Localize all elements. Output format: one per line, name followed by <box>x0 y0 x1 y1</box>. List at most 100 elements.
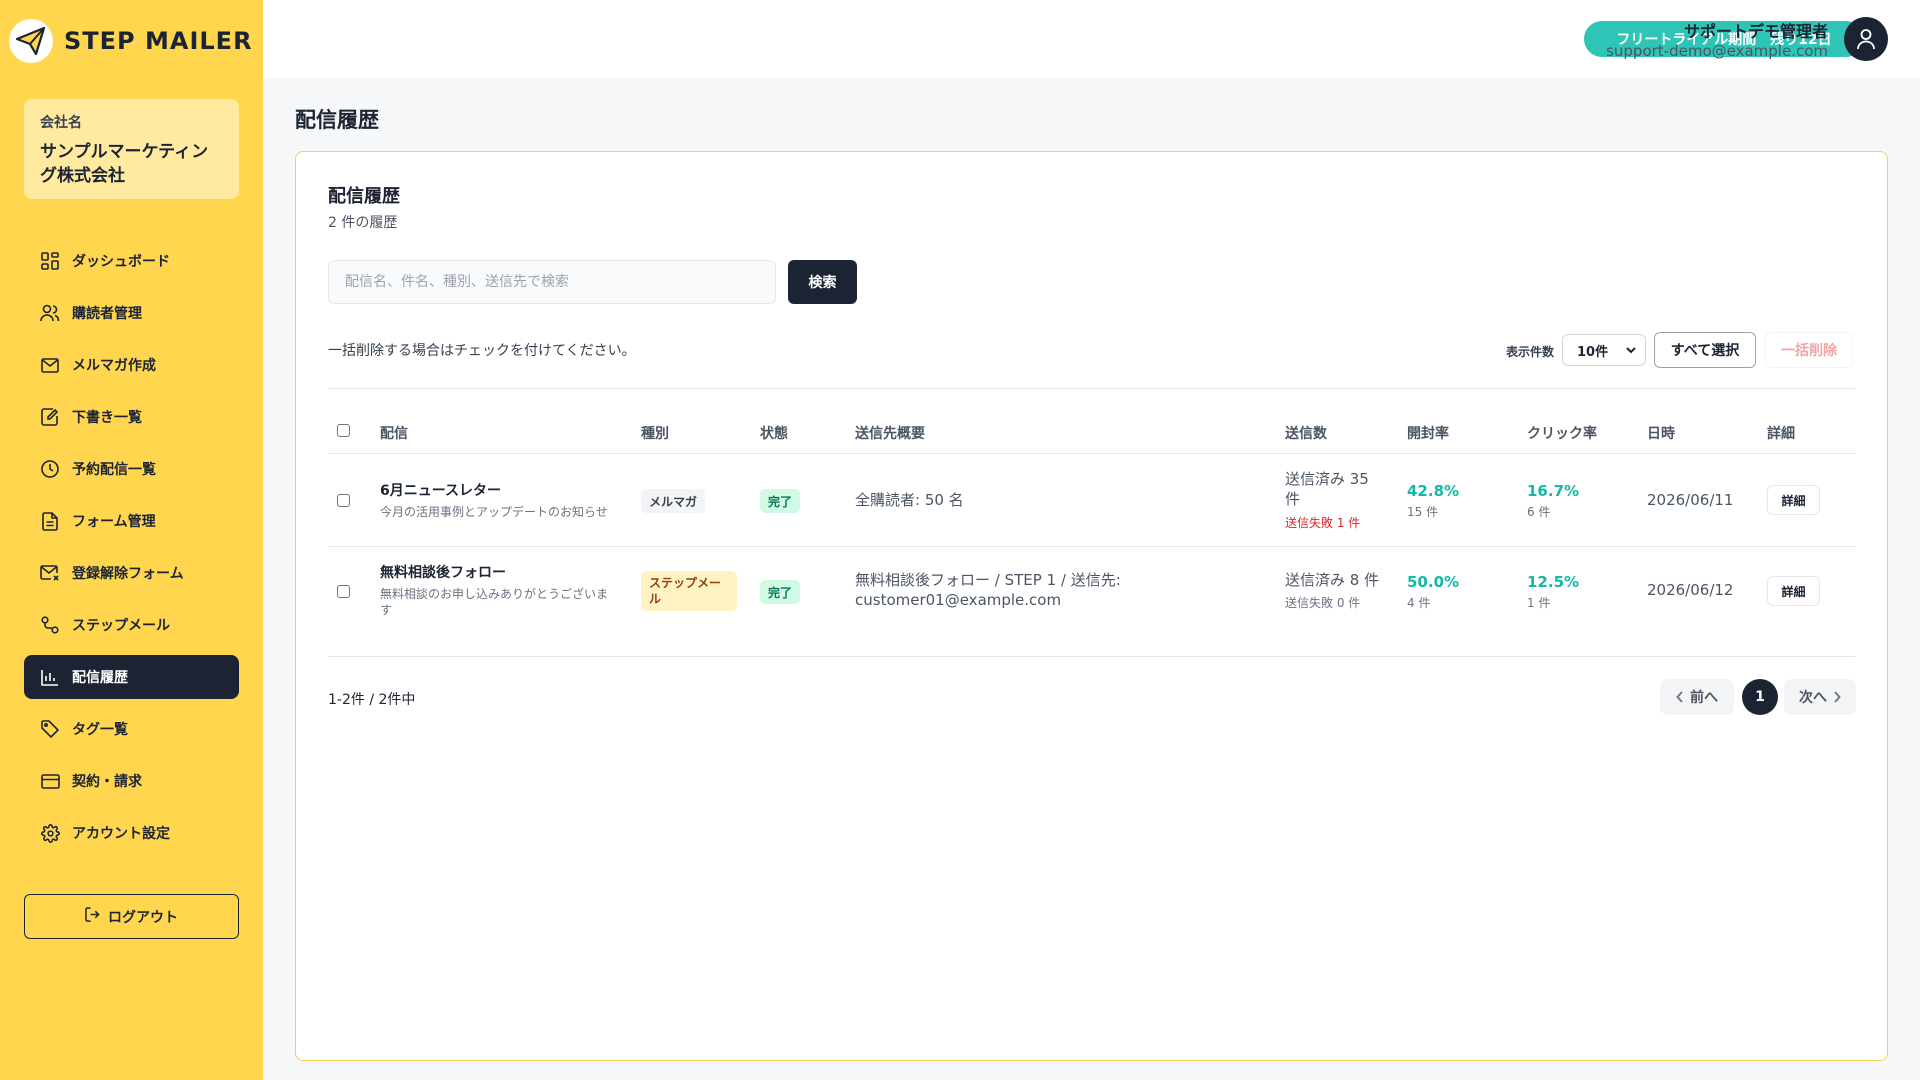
search-input[interactable] <box>328 260 776 304</box>
open-rate: 42.8% <box>1407 482 1460 500</box>
sidebar-item-delivery-history[interactable]: 配信履歴 <box>24 655 239 699</box>
row-title[interactable]: 無料相談後フォロー <box>380 562 506 582</box>
prev-label: 前へ <box>1690 690 1718 706</box>
sidebar-item-label: ダッシュボード <box>72 254 170 270</box>
sidebar-item-label: 配信履歴 <box>72 670 128 686</box>
divider <box>328 656 1855 657</box>
sidebar-item-label: フォーム管理 <box>72 514 156 530</box>
company-name: サンプルマーケティング株式会社 <box>40 142 209 186</box>
mail-x-icon <box>40 563 60 583</box>
sidebar-item-label: 下書き一覧 <box>72 410 142 426</box>
th-type: 種別 <box>641 426 669 442</box>
sidebar-item-label: 購読者管理 <box>72 306 142 322</box>
open-count: 4 件 <box>1407 596 1431 610</box>
dashboard-icon <box>40 251 60 271</box>
click-count: 1 件 <box>1527 596 1551 610</box>
sidebar-item-subscribers[interactable]: 購読者管理 <box>24 291 239 335</box>
search-button[interactable]: 検索 <box>788 260 857 304</box>
bulk-delete-button[interactable]: 一括削除 <box>1765 332 1853 368</box>
sidebar-item-label: 登録解除フォーム <box>72 566 184 582</box>
th-delivery: 配信 <box>380 426 408 442</box>
th-recipients: 送信先概要 <box>855 426 925 442</box>
divider <box>328 546 1855 547</box>
sidebar-item-label: 契約・請求 <box>72 774 142 790</box>
page-number-current[interactable]: 1 <box>1742 679 1778 715</box>
sidebar-item-dashboard[interactable]: ダッシュボード <box>24 239 239 283</box>
th-date: 日時 <box>1647 426 1675 442</box>
credit-card-icon <box>40 771 60 791</box>
logout-icon <box>85 907 100 926</box>
logout-label: ログアウト <box>108 909 178 926</box>
row-title[interactable]: 6月ニュースレター <box>380 480 501 500</box>
top-bar: フリートライアル期間 残り12日 サポートデモ管理者 support-demo@… <box>263 0 1920 78</box>
type-badge: ステップメール <box>641 571 737 611</box>
sent-count: 送信済み 35 件 <box>1285 470 1369 508</box>
chevron-right-icon <box>1834 691 1841 703</box>
gear-icon <box>40 823 60 843</box>
failed-count: 送信失敗 1 件 <box>1285 516 1361 530</box>
chevron-down-icon <box>1626 347 1636 354</box>
sidebar-item-forms[interactable]: フォーム管理 <box>24 499 239 543</box>
route-icon <box>40 615 60 635</box>
row-checkbox[interactable] <box>337 494 350 507</box>
open-rate: 50.0% <box>1407 573 1460 591</box>
chevron-left-icon <box>1676 691 1683 703</box>
delivery-date: 2026/06/11 <box>1647 491 1734 509</box>
sidebar-item-step-mail[interactable]: ステップメール <box>24 603 239 647</box>
next-page-button[interactable]: 次へ <box>1784 679 1856 715</box>
sidebar-item-label: 予約配信一覧 <box>72 462 156 478</box>
sidebar: STEP MAILER 会社名 サンプルマーケティング株式会社 ダッシュボード … <box>0 0 263 1080</box>
select-all-button[interactable]: すべて選択 <box>1654 332 1756 368</box>
user-name: サポートデモ管理者 <box>1683 22 1828 41</box>
card-title: 配信履歴 <box>328 186 400 207</box>
per-page-label: 表示件数 <box>1506 345 1555 359</box>
logo-text: STEP MAILER <box>64 27 253 55</box>
click-rate: 12.5% <box>1527 573 1580 591</box>
recipients-summary: 無料相談後フォロー / STEP 1 / 送信先: customer01@exa… <box>855 571 1121 609</box>
sidebar-item-scheduled[interactable]: 予約配信一覧 <box>24 447 239 491</box>
card-subtitle: 2 件の履歴 <box>328 215 398 231</box>
sidebar-item-billing[interactable]: 契約・請求 <box>24 759 239 803</box>
sidebar-item-drafts[interactable]: 下書き一覧 <box>24 395 239 439</box>
th-status: 状態 <box>760 426 788 442</box>
sidebar-nav: ダッシュボード 購読者管理 メルマガ作成 下書き一覧 予約配信一覧 フォーム管理… <box>24 239 239 863</box>
th-click-rate: クリック率 <box>1527 426 1597 442</box>
tag-icon <box>40 719 60 739</box>
logo[interactable]: STEP MAILER <box>8 18 253 64</box>
select-all-checkbox[interactable] <box>337 424 350 437</box>
sidebar-item-label: メルマガ作成 <box>72 358 156 374</box>
click-count: 6 件 <box>1527 505 1551 519</box>
failed-count: 送信失敗 0 件 <box>1285 596 1361 610</box>
divider <box>328 388 1855 389</box>
open-count: 15 件 <box>1407 505 1439 519</box>
users-icon <box>40 303 60 323</box>
user-email: support-demo@example.com <box>1606 42 1828 60</box>
sidebar-item-account-settings[interactable]: アカウント設定 <box>24 811 239 855</box>
detail-button[interactable]: 詳細 <box>1767 576 1820 606</box>
history-card: 配信履歴 2 件の履歴 検索 一括削除する場合はチェックを付けてください。 表示… <box>295 151 1888 1061</box>
edit-icon <box>40 407 60 427</box>
row-checkbox[interactable] <box>337 585 350 598</box>
sent-count: 送信済み 8 件 <box>1285 571 1380 589</box>
company-label: 会社名 <box>40 115 82 131</box>
avatar[interactable] <box>1844 17 1888 61</box>
th-open-rate: 開封率 <box>1407 426 1449 442</box>
sidebar-item-unsubscribe-form[interactable]: 登録解除フォーム <box>24 551 239 595</box>
logout-button[interactable]: ログアウト <box>24 894 239 939</box>
next-label: 次へ <box>1799 690 1827 706</box>
click-rate: 16.7% <box>1527 482 1580 500</box>
row-description: 今月の活用事例とアップデートのお知らせ <box>380 505 608 519</box>
status-badge: 完了 <box>760 489 801 513</box>
detail-button[interactable]: 詳細 <box>1767 485 1820 515</box>
per-page-select[interactable]: 10件 <box>1562 334 1646 366</box>
pagination-range: 1-2件 / 2件中 <box>328 692 416 708</box>
divider <box>328 453 1855 454</box>
user-icon <box>1857 29 1875 50</box>
sidebar-item-label: アカウント設定 <box>72 826 170 842</box>
document-icon <box>40 511 60 531</box>
sidebar-item-create-newsletter[interactable]: メルマガ作成 <box>24 343 239 387</box>
prev-page-button[interactable]: 前へ <box>1660 679 1734 715</box>
sidebar-item-label: タグ一覧 <box>72 722 128 738</box>
recipients-summary: 全購読者: 50 名 <box>855 491 964 509</box>
sidebar-item-tags[interactable]: タグ一覧 <box>24 707 239 751</box>
